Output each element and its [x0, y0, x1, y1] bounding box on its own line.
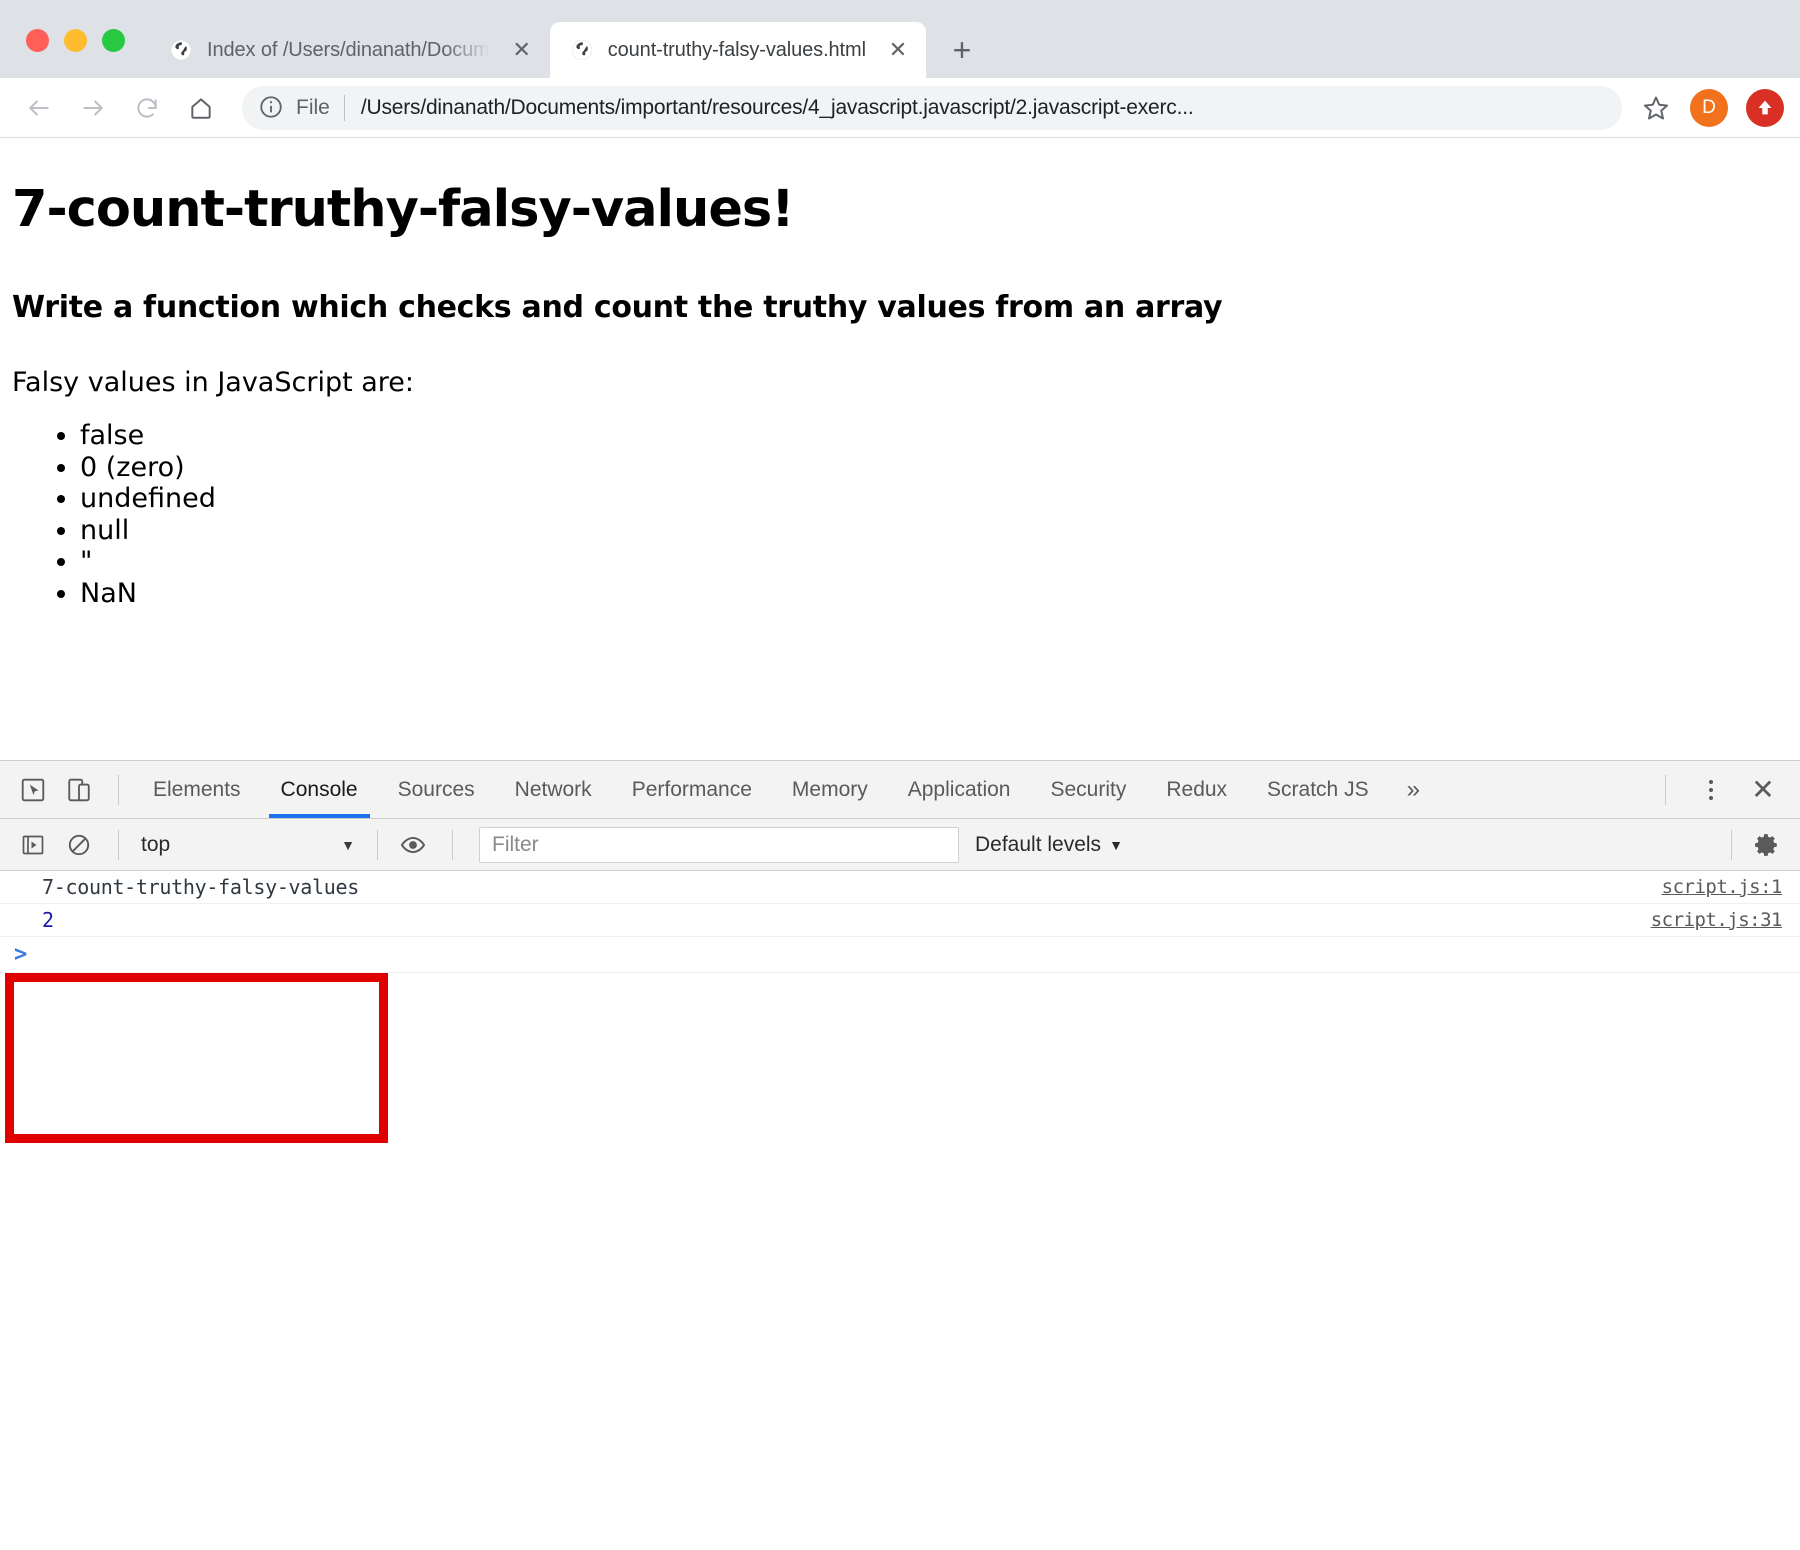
globe-icon [570, 38, 594, 62]
console-output: 7-count-truthy-falsy-values script.js:1 … [0, 871, 1800, 973]
window-traffic-lights [18, 29, 149, 78]
info-icon[interactable] [258, 94, 286, 122]
devtools-tab-bar: Elements Console Sources Network Perform… [0, 761, 1800, 819]
inspect-cursor-icon[interactable] [12, 769, 54, 811]
update-arrow-icon[interactable] [1746, 88, 1784, 127]
execution-context-select[interactable]: top ▼ [133, 828, 363, 862]
list-item: NaN [80, 578, 1788, 610]
filterbar-divider [377, 829, 378, 860]
execute-sidebar-icon[interactable] [12, 824, 54, 866]
live-expression-icon[interactable] [392, 824, 434, 866]
console-source-link[interactable]: script.js:31 [1651, 909, 1783, 931]
toolbar-divider [1665, 774, 1666, 805]
console-filter-input[interactable]: Filter [479, 826, 959, 863]
close-icon[interactable]: ✕ [884, 36, 912, 64]
new-tab-button[interactable]: + [940, 28, 984, 72]
close-devtools-icon[interactable]: ✕ [1742, 769, 1784, 811]
console-message-row[interactable]: 2 script.js:31 [0, 904, 1800, 937]
avatar[interactable]: D [1690, 88, 1728, 127]
execution-context-value: top [141, 832, 171, 856]
close-window-button[interactable] [26, 29, 49, 52]
console-message-text: 2 [42, 908, 54, 932]
more-tabs-icon[interactable]: » [1389, 762, 1438, 818]
page-content: 7-count-truthy-falsy-values! Write a fun… [0, 138, 1800, 760]
console-prompt[interactable]: > [0, 937, 1800, 973]
page-title: 7-count-truthy-falsy-values! [12, 180, 795, 239]
browser-window: Index of /Users/dinanath/Docum ✕ count-t… [0, 0, 1800, 1550]
chevron-down-icon: ▼ [341, 836, 355, 853]
browser-tab-0[interactable]: Index of /Users/dinanath/Docum ✕ [149, 22, 550, 78]
browser-toolbar: File /Users/dinanath/Documents/important… [0, 78, 1800, 138]
tab-sources[interactable]: Sources [378, 762, 495, 818]
tab-security[interactable]: Security [1030, 762, 1146, 818]
reload-button[interactable] [124, 85, 170, 131]
address-bar[interactable]: File /Users/dinanath/Documents/important… [242, 85, 1622, 130]
close-icon[interactable]: ✕ [508, 36, 536, 64]
tab-memory[interactable]: Memory [772, 762, 888, 818]
tab-application[interactable]: Application [888, 762, 1031, 818]
filterbar-divider [118, 829, 119, 860]
prompt-chevron-icon: > [14, 942, 28, 967]
tab-strip: Index of /Users/dinanath/Docum ✕ count-t… [0, 0, 1800, 78]
toolbar-divider [118, 774, 119, 805]
falsy-values-list: false 0 (zero) undefined null " NaN [12, 420, 1788, 609]
tab-elements[interactable]: Elements [133, 762, 261, 818]
forward-button[interactable] [70, 85, 116, 131]
console-message-text: 7-count-truthy-falsy-values [42, 875, 360, 899]
filterbar-divider [452, 829, 453, 860]
clear-console-icon[interactable] [58, 824, 100, 866]
devtools-panel: Elements Console Sources Network Perform… [0, 760, 1800, 1550]
tab-redux[interactable]: Redux [1146, 762, 1247, 818]
gear-icon[interactable] [1746, 824, 1788, 866]
back-button[interactable] [16, 85, 62, 131]
log-levels-select[interactable]: Default levels ▼ [975, 833, 1123, 857]
device-toolbar-icon[interactable] [58, 769, 100, 811]
list-item: 0 (zero) [80, 452, 1788, 484]
globe-icon [169, 38, 193, 62]
chevron-down-icon: ▼ [1109, 836, 1123, 853]
devtools-menu-icon[interactable] [1690, 769, 1732, 811]
tab-console[interactable]: Console [261, 762, 378, 818]
tab-title: Index of /Users/dinanath/Docum [207, 38, 490, 61]
console-filter-bar: top ▼ Filter Default levels ▼ [0, 819, 1800, 871]
filterbar-divider [1731, 829, 1732, 860]
filter-placeholder: Filter [492, 832, 539, 856]
url-scheme-label: File [296, 95, 330, 119]
omnibox-divider [343, 94, 345, 121]
minimize-window-button[interactable] [64, 29, 87, 52]
console-message-row[interactable]: 7-count-truthy-falsy-values script.js:1 [0, 871, 1800, 904]
bookmark-star-icon[interactable] [1634, 86, 1678, 130]
maximize-window-button[interactable] [102, 29, 125, 52]
devtools-tabbar-actions: ✕ [1651, 769, 1800, 811]
tab-network[interactable]: Network [495, 762, 612, 818]
tab-performance[interactable]: Performance [612, 762, 772, 818]
browser-tab-1[interactable]: count-truthy-falsy-values.html ✕ [549, 22, 926, 78]
log-levels-value: Default levels [975, 832, 1102, 856]
tab-scratch-js[interactable]: Scratch JS [1247, 762, 1389, 818]
list-item: undefined [80, 483, 1788, 515]
page-subtitle: Write a function which checks and count … [12, 290, 1223, 326]
home-button[interactable] [178, 85, 224, 131]
list-item: " [80, 546, 1788, 578]
tab-title: count-truthy-falsy-values.html [607, 38, 866, 61]
url-text[interactable]: /Users/dinanath/Documents/important/reso… [361, 96, 1194, 120]
console-source-link[interactable]: script.js:1 [1662, 876, 1783, 898]
list-item: null [80, 515, 1788, 547]
list-item: false [80, 420, 1788, 452]
page-paragraph: Falsy values in JavaScript are: [12, 367, 415, 399]
